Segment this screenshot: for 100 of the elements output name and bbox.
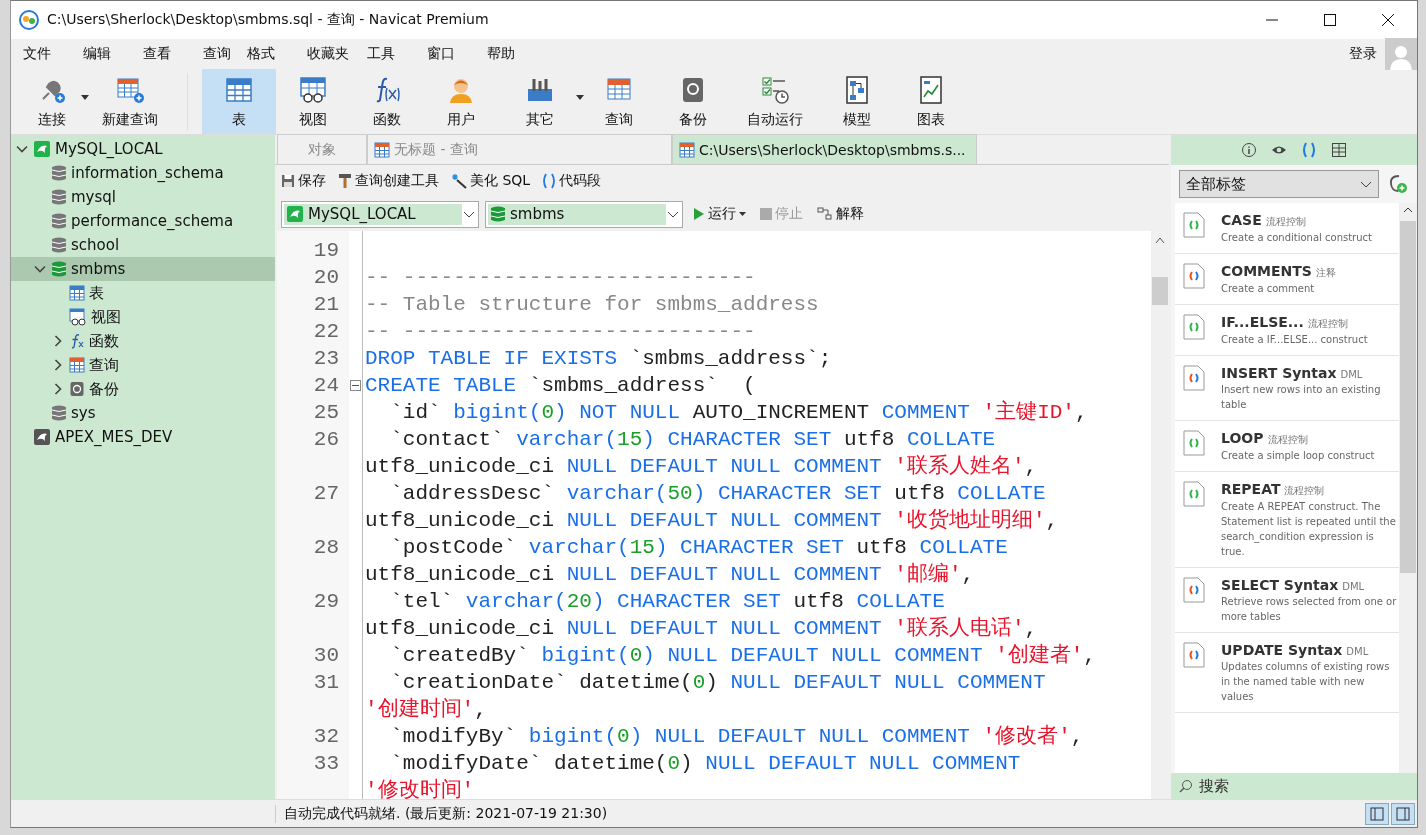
- explain-icon: [817, 207, 833, 221]
- panel-tab[interactable]: [1301, 141, 1317, 159]
- menu-item[interactable]: 编辑: [77, 45, 137, 63]
- toolbar-button[interactable]: 备份: [656, 69, 730, 134]
- chevron-down-icon[interactable]: [1360, 180, 1372, 188]
- menu-item[interactable]: 工具: [361, 45, 421, 63]
- maximize-icon[interactable]: [1324, 14, 1336, 26]
- line-number: 31: [312, 670, 340, 696]
- table-icon: [69, 285, 85, 301]
- caret-icon[interactable]: [81, 95, 89, 100]
- toolbar-button[interactable]: 查询: [582, 69, 656, 134]
- snippet-tag: 流程控制: [1267, 433, 1308, 447]
- toolbar-button[interactable]: 代码段: [542, 172, 602, 190]
- scrollbar-thumb[interactable]: [1152, 277, 1168, 305]
- toolbar-button[interactable]: 用户: [424, 69, 498, 134]
- menu-item[interactable]: 查询: [197, 45, 241, 63]
- toolbar-button[interactable]: 解释: [813, 205, 868, 223]
- caret-icon[interactable]: [576, 95, 584, 100]
- scrollbar[interactable]: [1399, 203, 1417, 773]
- toolbar-button[interactable]: 新建查询: [87, 69, 173, 134]
- backup-icon: [69, 381, 85, 397]
- snippet-name: REPEAT: [1221, 481, 1281, 497]
- tree-item[interactable]: school: [11, 233, 275, 257]
- tree-item[interactable]: MySQL_LOCAL: [11, 137, 275, 161]
- menu-item[interactable]: 收藏夹: [301, 45, 361, 63]
- line-number: 24: [312, 373, 340, 399]
- toolbar-button[interactable]: 图表: [894, 69, 968, 134]
- code-line: -- Table structure for smbms_address: [365, 292, 820, 318]
- tree-item[interactable]: 视图: [11, 305, 275, 329]
- snippet-item[interactable]: CASE 流程控制 Create a conditional construct: [1175, 203, 1399, 254]
- toolbar-button[interactable]: 表: [202, 69, 276, 134]
- code-line: `id` bigint(0) NOT NULL AUTO_INCREMENT COMMENT '主键ID',: [389, 399, 1089, 426]
- tree-item[interactable]: sys: [11, 401, 275, 425]
- database-icon: [51, 164, 67, 182]
- layout-toggle-button[interactable]: [1391, 802, 1415, 825]
- tree-item[interactable]: 备份: [11, 377, 275, 401]
- toolbar-button[interactable]: 模型: [820, 69, 894, 134]
- toolbar-button[interactable]: 美化 SQL: [451, 172, 531, 190]
- code-line: -- ----------------------------: [365, 265, 757, 291]
- close-icon[interactable]: [1382, 14, 1394, 26]
- toolbar-button[interactable]: 自动运行: [730, 69, 820, 134]
- code-line: '修改时间': [365, 777, 476, 799]
- database-icon: [51, 404, 67, 422]
- tag-filter-select[interactable]: 全部标签: [1179, 170, 1379, 198]
- code-line: utf8_unicode_ci NULL DEFAULT NULL COMMENT '联系人电话',: [365, 615, 1039, 642]
- snippet-item[interactable]: IF...ELSE... 流程控制 Create a IF...ELSE... construct: [1175, 305, 1399, 356]
- menu-item[interactable]: 窗口: [421, 45, 481, 63]
- save-icon: [281, 174, 295, 188]
- code-line: utf8_unicode_ci NULL DEFAULT NULL COMMENT '邮编',: [365, 561, 976, 588]
- panel-tab[interactable]: [1331, 142, 1347, 158]
- layout-toggle-button[interactable]: [1365, 802, 1389, 825]
- tree-item[interactable]: 函数: [11, 329, 275, 353]
- snippet-item[interactable]: COMMENTS 注释 Create a comment: [1175, 254, 1399, 305]
- menu-item[interactable]: 格式: [241, 45, 301, 63]
- panel-tab[interactable]: [1241, 142, 1257, 158]
- refresh-add-icon[interactable]: [1387, 173, 1409, 195]
- scrollbar-thumb[interactable]: [1400, 221, 1416, 573]
- tree-item[interactable]: information_schema: [11, 161, 275, 185]
- tree-item[interactable]: performance_schema: [11, 209, 275, 233]
- line-number: 26: [312, 427, 340, 453]
- toolbar-button[interactable]: 查询创建工具: [338, 172, 439, 190]
- tree-item[interactable]: 查询: [11, 353, 275, 377]
- menu-item[interactable]: 帮助: [481, 45, 541, 63]
- toolbar-button[interactable]: 运行: [689, 205, 750, 223]
- tree-item[interactable]: mysql: [11, 185, 275, 209]
- snippet-item[interactable]: INSERT Syntax DML Insert new rows into an existing table: [1175, 356, 1399, 421]
- code-line: `postCode` varchar(15) CHARACTER SET utf8 COLLATE: [389, 535, 1009, 561]
- window-title: C:\Users\Sherlock\Desktop\smbms.sql - 查询 - Navicat Premium: [47, 11, 490, 29]
- database-icon: [51, 212, 67, 230]
- snippet-item[interactable]: SELECT Syntax DML Retrieve rows selected from one or more tables: [1175, 568, 1399, 633]
- chevron-down-icon[interactable]: [666, 209, 680, 219]
- menu-item[interactable]: 查看: [137, 45, 197, 63]
- scrollbar[interactable]: [1151, 231, 1169, 799]
- toolbar-button[interactable]: 视图: [276, 69, 350, 134]
- fold-toggle-icon[interactable]: [350, 380, 361, 391]
- toolbar-button[interactable]: 保存: [281, 172, 326, 190]
- connection-select[interactable]: MySQL_LOCAL: [281, 200, 479, 228]
- toolbar-button[interactable]: 其它: [498, 69, 582, 134]
- database-select[interactable]: smbms: [485, 200, 683, 228]
- toolbar-button[interactable]: 函数: [350, 69, 424, 134]
- login-link[interactable]: 登录: [1349, 45, 1377, 63]
- snippet-name: LOOP: [1221, 430, 1264, 446]
- tab[interactable]: C:\Users\Sherlock\Desktop\smbms.s...: [672, 134, 977, 164]
- search-input[interactable]: 搜索: [1197, 776, 1377, 796]
- line-number: 27: [312, 481, 340, 507]
- code-editor[interactable]: [277, 231, 1169, 799]
- snippet-file-icon: [1183, 577, 1205, 603]
- menu-item[interactable]: 文件: [17, 45, 77, 63]
- snippet-item[interactable]: UPDATE Syntax DML Updates columns of existing rows in the named table with new values: [1175, 633, 1399, 713]
- search-field[interactable]: 搜索: [1171, 773, 1417, 799]
- database-icon: [51, 260, 67, 278]
- connection-icon: [286, 205, 304, 223]
- snippet-item[interactable]: LOOP 流程控制 Create a simple loop construct: [1175, 421, 1399, 472]
- snippet-file-icon: [1183, 263, 1205, 289]
- tree-item[interactable]: smbms: [11, 257, 275, 281]
- toolbar-button[interactable]: 连接: [17, 69, 87, 134]
- code-line: '创建时间',: [365, 696, 488, 723]
- tree-item[interactable]: APEX_MES_DEV: [11, 425, 275, 449]
- tree-item[interactable]: 表: [11, 281, 275, 305]
- chevron-down-icon[interactable]: [462, 209, 476, 219]
